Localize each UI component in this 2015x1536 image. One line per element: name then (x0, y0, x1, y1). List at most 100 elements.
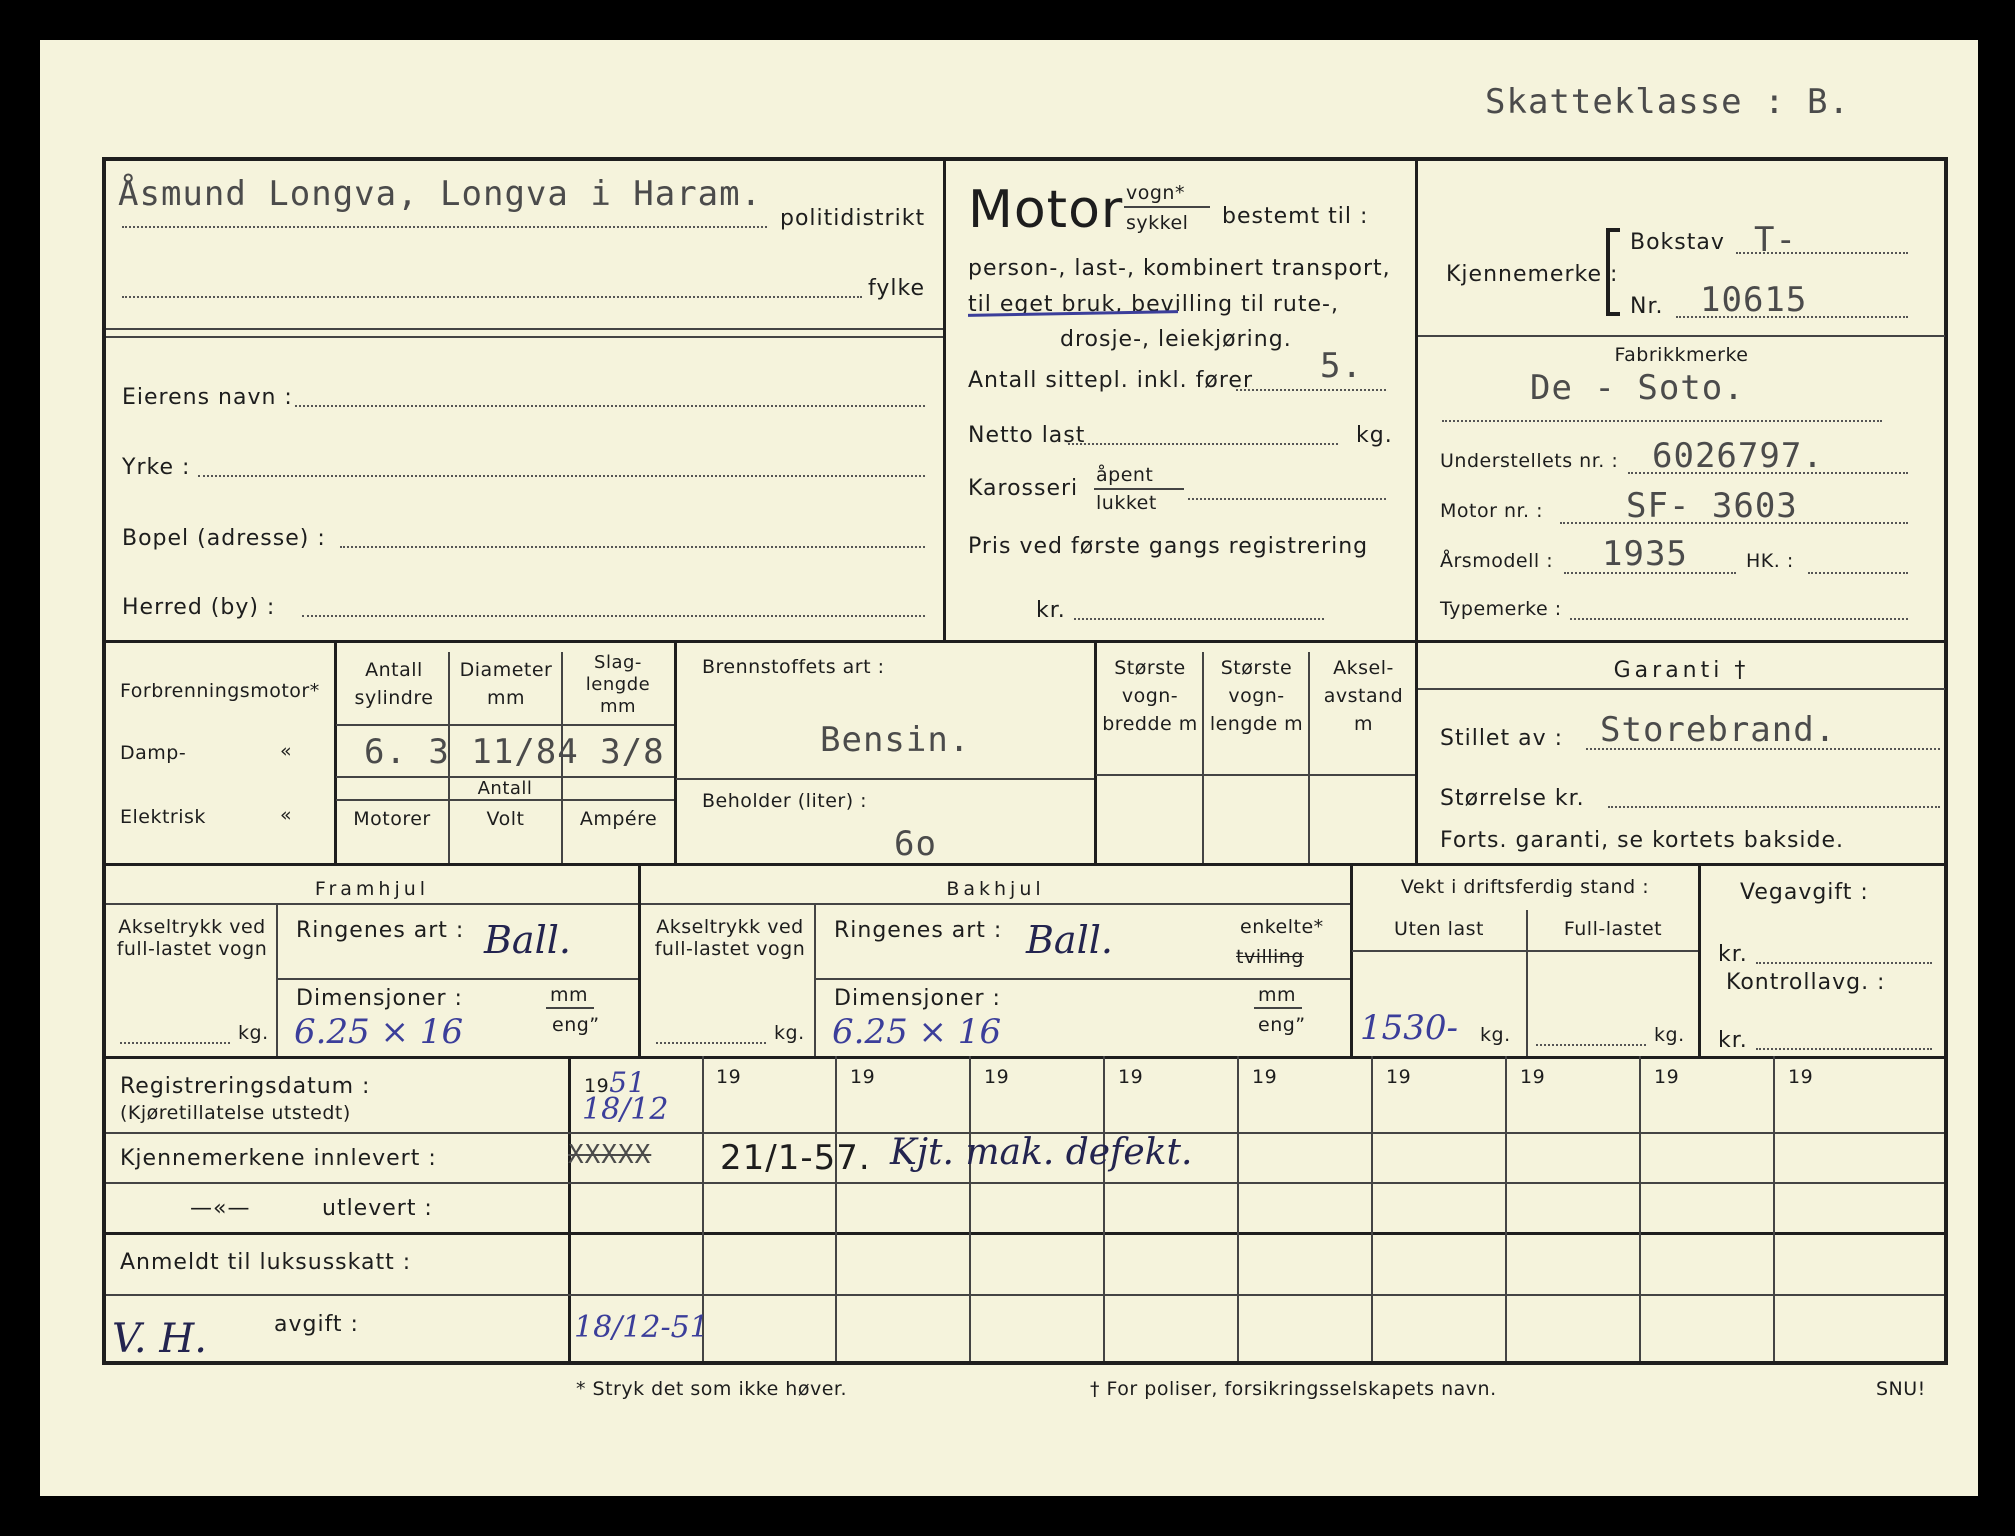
year-col-6: 19 (1252, 1066, 1278, 1088)
akseltrykk-rear: Akseltrykk ved full-lastet vogn (654, 916, 806, 960)
rule-id (1418, 335, 1945, 337)
usage-line-3: drosje-, leiekjøring. (1060, 327, 1292, 352)
dimensjoner-front-value: 6.25 × 16 (294, 1012, 464, 1052)
karosseri-label: Karosseri (968, 476, 1079, 501)
rule-wh-h4 (816, 978, 1350, 980)
motor-nr-label: Motor nr. : (1440, 500, 1544, 522)
elektrisk-ditto: « (280, 804, 293, 826)
tax-class: Skatteklasse : B. (1485, 82, 1850, 122)
avgift-label: avgift : (274, 1312, 359, 1337)
reg-col-9 (1639, 1056, 1641, 1361)
frame-top (102, 157, 1948, 161)
bestemt-label: bestemt til : (1222, 204, 1369, 229)
brennstoff-value: Bensin. (820, 720, 971, 760)
kjennemerke-label: Kjennemerke : (1446, 262, 1619, 287)
dots-politidistrikt (122, 226, 767, 228)
dots-yrke (198, 475, 925, 477)
innlevert-label: Kjennemerkene innlevert : (120, 1146, 437, 1171)
netto-unit: kg. (1356, 423, 1393, 448)
reg-col-10 (1773, 1056, 1775, 1361)
rule-wh-v1 (276, 905, 278, 1056)
fylke-label: fylke (868, 276, 925, 301)
innlevert-struck: XXXXX (568, 1140, 652, 1170)
forts-label: Forts. garanti, se kortets bakside. (1440, 828, 1845, 853)
dimensjoner-rear-value: 6.25 × 16 (832, 1012, 1002, 1052)
motor-nr-value: SF- 3603 (1626, 486, 1798, 526)
dots-kontrollavg (1756, 1048, 1932, 1050)
rule-4 (102, 1232, 1948, 1235)
dots-full-lastet (1536, 1044, 1646, 1046)
reg-col-1 (568, 1056, 571, 1363)
karosseri-divider (1094, 488, 1184, 490)
reg-sub-label: (Kjøretillatelse utstedt) (120, 1102, 351, 1124)
luksus-label: Anmeldt til luksusskatt : (120, 1250, 412, 1275)
politidistrikt-label: politidistrikt (780, 206, 926, 231)
antall-value: 5. (1320, 346, 1363, 386)
year-col-2: 19 (716, 1066, 742, 1088)
vekt-title: Vekt i driftsferdig stand : (1400, 876, 1650, 898)
stillet-value: Storebrand. (1600, 710, 1837, 750)
reg-col-3 (835, 1056, 837, 1361)
eierens-navn-label: Eierens navn : (122, 385, 293, 410)
rule-wh-v2 (814, 905, 816, 1056)
enkelte-label: enkelte* (1240, 916, 1324, 938)
innlevert-note: Kjt. mak. defekt. (890, 1132, 1193, 1173)
herred-label: Herred (by) : (122, 595, 276, 620)
kontrollavg-kr: kr. (1718, 1028, 1748, 1053)
dots-karosseri (1188, 498, 1386, 500)
storrelse-label: Størrelse kr. (1440, 786, 1585, 811)
vogn-divider (1124, 206, 1210, 208)
pris-label: Pris ved første gangs registrering (968, 534, 1369, 559)
antall-label: Antall sittepl. inkl. fører (968, 368, 1253, 393)
tvilling-label: tvilling (1236, 946, 1304, 968)
dots-vegavgift (1756, 962, 1932, 964)
dots-fabrikkmerke (1442, 420, 1882, 422)
rule-v-top1 (943, 157, 946, 642)
beholder-value: 6o (894, 824, 937, 864)
rule-garanti (1418, 688, 1945, 690)
dots-netto (1068, 443, 1338, 445)
dots-pris (1074, 618, 1324, 620)
rule-eng-h4 (676, 778, 1094, 780)
rule-v-top2 (1415, 157, 1418, 642)
typemerke-label: Typemerke : (1440, 598, 1562, 620)
fabrikkmerke-label: Fabrikkmerke (1614, 344, 1749, 366)
reg-col-4 (969, 1056, 971, 1361)
full-lastet-header: Full-lastet (1563, 918, 1663, 940)
rule-owner-2 (106, 336, 943, 338)
reg-col-6 (1237, 1056, 1239, 1361)
rear-mm-label: mm (1258, 984, 1297, 1006)
kjennemerke-bracket (1606, 228, 1610, 316)
vegavgift-kr: kr. (1718, 942, 1748, 967)
nr-value: 10615 (1700, 280, 1808, 320)
framhjul-title: Framhjul (314, 878, 430, 900)
arsmodell-value: 1935 (1602, 534, 1688, 574)
luksus-date: 18/12-51 (574, 1310, 709, 1345)
bracket-bottom (1606, 312, 1620, 316)
rear-mm-divider (1254, 1007, 1302, 1009)
storste-lengde-header: Største vogn- lengde m (1209, 657, 1304, 735)
bakhjul-title: Bakhjul (946, 878, 1045, 900)
rear-eng-label: eng” (1258, 1014, 1306, 1036)
rule-wt-h1 (1352, 950, 1698, 952)
frame-right (1944, 157, 1948, 1365)
bracket-top (1606, 228, 1620, 232)
rule-wh-h2 (641, 903, 1350, 905)
arsmodell-label: Årsmodell : (1440, 550, 1554, 572)
motorer-header: Motorer (353, 808, 431, 830)
motor-title: Motor (968, 180, 1124, 240)
reg-col-8 (1505, 1056, 1507, 1361)
sykkel-label: sykkel (1126, 212, 1189, 234)
registration-card: Skatteklasse : B. Åsmund Longva, Longva … (40, 40, 1978, 1496)
first-date: 18/12 (582, 1092, 669, 1127)
uten-last-header: Uten last (1394, 918, 1484, 940)
rule-v-eng6 (1202, 652, 1204, 863)
footer-printer: SNU! (1876, 1378, 1926, 1400)
hk-label: HK. : (1746, 550, 1794, 572)
diameter-header: Diameter mm (459, 659, 553, 709)
owner-typed-line: Åsmund Longva, Longva i Haram. (118, 174, 763, 214)
understell-value: 6026797. (1652, 436, 1824, 476)
rule-v-eng5 (1094, 640, 1097, 865)
bokstav-value: T- (1754, 220, 1797, 260)
reg-row-3 (106, 1294, 1944, 1296)
